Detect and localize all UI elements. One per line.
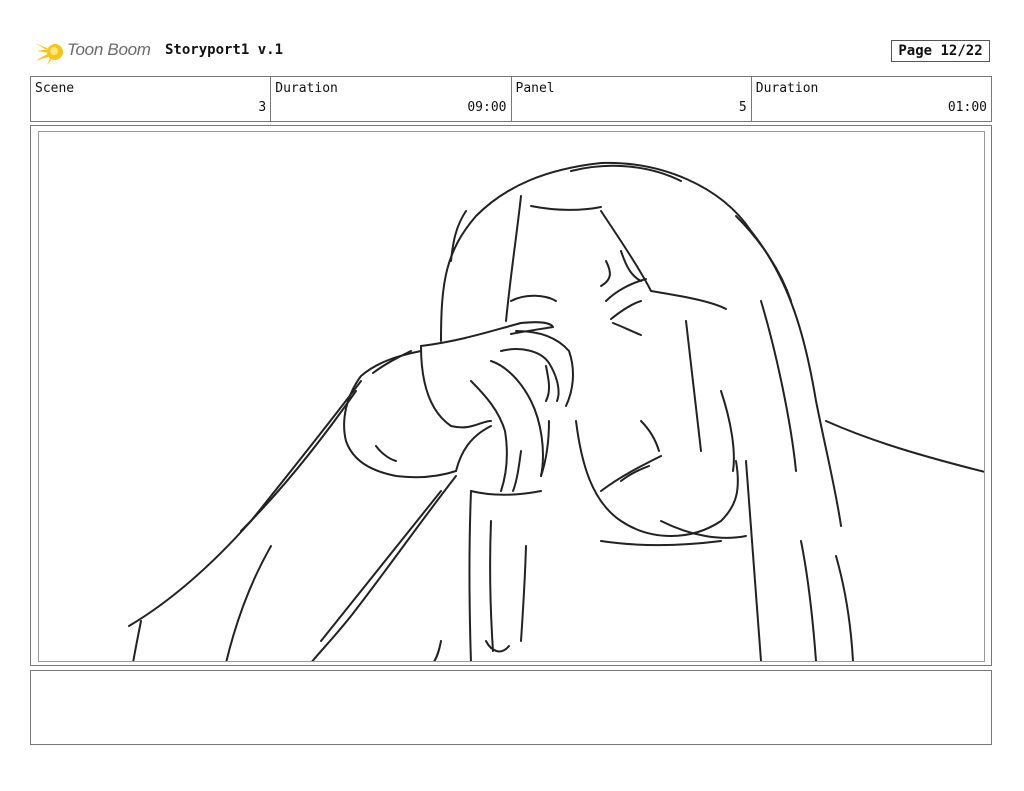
scene-duration-label: Duration — [275, 81, 338, 96]
panel-info-table: Scene 3 Duration 09:00 Panel 5 Duration … — [30, 76, 992, 122]
storyboard-panel-image — [38, 131, 985, 662]
sketch-drawing — [128, 161, 984, 661]
panel-notes-box — [30, 670, 992, 745]
panel-duration-value: 01:00 — [947, 100, 987, 115]
panel-label: Panel — [515, 81, 555, 96]
page-indicator: Page 12/22 — [891, 40, 990, 62]
panel-cell: Panel 5 — [512, 77, 752, 121]
logo-text: Toon Boom — [67, 40, 151, 59]
scene-cell: Scene 3 — [31, 77, 272, 121]
scene-duration-value: 09:00 — [467, 100, 507, 115]
app-title: Storyport1 v.1 — [165, 42, 284, 58]
toon-boom-logo: Toon Boom — [33, 37, 158, 67]
panel-duration-label: Duration — [755, 81, 819, 96]
scene-label: Scene — [35, 81, 75, 96]
panel-duration-cell: Duration 01:00 — [752, 77, 991, 121]
scene-value: 3 — [258, 100, 267, 115]
panel-value: 5 — [738, 100, 747, 115]
star-burst-icon — [35, 43, 63, 65]
scene-duration-cell: Duration 09:00 — [271, 77, 512, 121]
